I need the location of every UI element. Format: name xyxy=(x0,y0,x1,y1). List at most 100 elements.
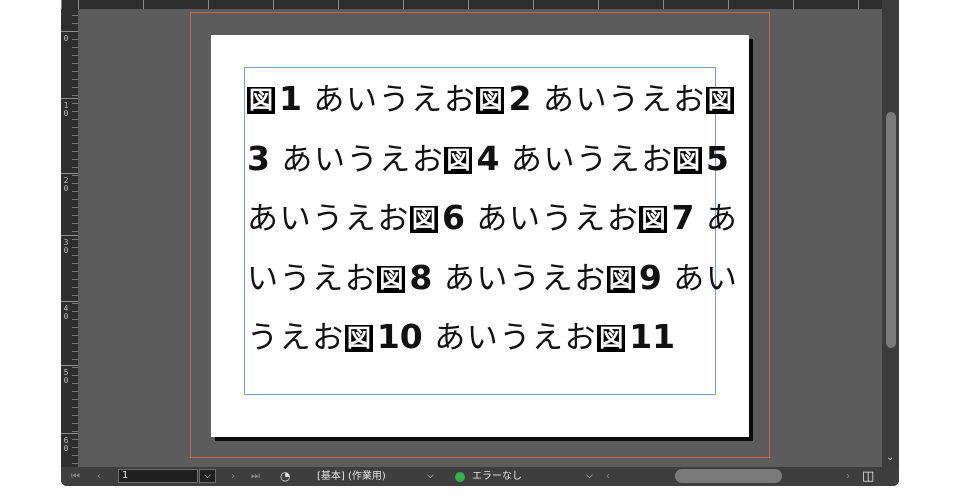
document-page: 図1 あいうえお図 2 あいうえお図3 あいうえお図 4 あいうえお図 5 あいうえお… xyxy=(211,35,749,437)
page-number-field[interactable]: 1 xyxy=(118,469,198,483)
ruler-tick xyxy=(72,135,78,136)
scroll-right-icon[interactable]: › xyxy=(846,467,850,486)
ruler-tick xyxy=(72,407,78,408)
ruler-tick xyxy=(468,0,469,9)
ruler-major-tick xyxy=(61,98,78,99)
error-status-label[interactable]: エラーなし xyxy=(472,467,522,486)
figure-label: 図1 xyxy=(247,79,302,118)
ruler-tick xyxy=(72,159,78,160)
ruler-tick xyxy=(273,0,274,9)
ruler-tick xyxy=(72,271,78,272)
ruler-tick xyxy=(338,0,339,9)
figure-number: 9 xyxy=(638,257,662,297)
body-text: あいうえお xyxy=(247,201,410,237)
first-page-icon[interactable]: ⏮ xyxy=(71,467,80,486)
body-text: あいうえお xyxy=(432,260,607,297)
body-text: あいうえお xyxy=(464,201,640,237)
ruler-label: 0 xyxy=(63,34,69,43)
ruler-tick xyxy=(72,87,78,88)
vertical-scroll-thumb[interactable] xyxy=(886,112,896,348)
figure-label: 図 10 xyxy=(344,317,423,356)
ruler-tick xyxy=(72,439,78,440)
ruler-tick xyxy=(72,367,78,368)
ruler-tick xyxy=(72,383,78,384)
ruler-tick xyxy=(72,111,78,112)
ruler-tick xyxy=(72,183,78,184)
ruler-tick xyxy=(72,247,78,248)
ruler-tick xyxy=(72,375,78,376)
ruler-tick xyxy=(72,359,78,360)
scroll-left-icon[interactable]: ‹ xyxy=(606,467,610,486)
last-page-icon[interactable]: ⏭ xyxy=(251,467,260,486)
ruler-tick xyxy=(72,463,78,464)
next-page-icon[interactable]: › xyxy=(231,467,235,486)
ruler-tick xyxy=(72,399,78,400)
figure-kanji: 図 xyxy=(597,324,626,352)
text-frame[interactable]: 図1 あいうえお図 2 あいうえお図3 あいうえお図 4 あいうえお図 5 あいうえお… xyxy=(244,67,737,395)
ruler-tick xyxy=(72,39,78,40)
story-text[interactable]: 図1 あいうえお図 2 あいうえお図3 あいうえお図 4 あいうえお図 5 あいうえお… xyxy=(247,70,747,368)
figure-kanji: 図 xyxy=(606,264,635,293)
figure-label: 図 11 xyxy=(597,317,676,356)
profile-dropdown-icon[interactable]: ⌵ xyxy=(427,467,434,486)
ruler-tick xyxy=(72,215,78,216)
figure-number: 8 xyxy=(409,257,433,297)
ruler-tick xyxy=(208,0,209,9)
ruler-tick xyxy=(793,0,794,9)
vertical-scrollbar[interactable]: ⌄ xyxy=(882,0,899,467)
horizontal-ruler[interactable] xyxy=(61,0,899,9)
ruler-tick xyxy=(72,207,78,208)
ruler-major-tick xyxy=(61,433,78,434)
figure-kanji: 図 xyxy=(444,145,473,174)
horizontal-scroll-thumb[interactable] xyxy=(675,469,782,483)
figure-kanji: 図 xyxy=(673,145,702,174)
preflight-icon[interactable]: ◔ xyxy=(280,467,290,486)
ruler-tick xyxy=(72,303,78,304)
body-text: あいうえお xyxy=(422,320,598,356)
ruler-tick xyxy=(143,0,144,9)
ruler-tick xyxy=(72,151,78,152)
ruler-tick xyxy=(72,311,78,312)
ruler-tick xyxy=(72,167,78,168)
ruler-tick xyxy=(72,343,78,344)
panel-toggle-icon[interactable]: ◫ xyxy=(862,467,874,486)
figure-kanji: 図 xyxy=(344,324,373,352)
ruler-tick xyxy=(72,431,78,432)
ruler-major-tick xyxy=(61,173,78,174)
ruler-tick xyxy=(72,199,78,200)
figure-number: 11 xyxy=(629,317,676,356)
figure-kanji: 図 xyxy=(247,86,275,114)
ruler-tick xyxy=(72,95,78,96)
figure-label: 図2 xyxy=(476,79,531,118)
figure-number: 6 xyxy=(442,198,465,237)
previous-page-icon[interactable]: ‹ xyxy=(97,467,101,486)
figure-kanji: 図 xyxy=(476,86,505,114)
figure-number: 1 xyxy=(279,79,302,118)
preflight-profile-label[interactable]: [基本] (作業用) xyxy=(317,467,386,486)
ruler-tick xyxy=(72,119,78,120)
body-text: あいうえお xyxy=(301,82,477,118)
ruler-tick xyxy=(78,0,79,9)
ruler-tick xyxy=(72,319,78,320)
ruler-tick xyxy=(72,79,78,80)
ruler-tick xyxy=(403,0,404,9)
scroll-down-icon[interactable]: ⌄ xyxy=(886,452,894,463)
ruler-label: 1 0 xyxy=(63,101,69,118)
figure-label: 図5 xyxy=(673,138,729,178)
figure-number: 3 xyxy=(247,138,270,178)
ruler-tick xyxy=(72,255,78,256)
ruler-label: 6 0 xyxy=(63,436,69,453)
figure-label: 図6 xyxy=(410,198,465,237)
page-dropdown-icon[interactable]: ⌵ xyxy=(199,469,216,483)
figure-number: 7 xyxy=(671,198,695,237)
status-dropdown-icon[interactable]: ⌵ xyxy=(586,467,593,486)
figure-number: 5 xyxy=(705,138,729,178)
figure-label: 図8 xyxy=(377,257,433,297)
status-bar: ⏮ ‹ 1 ⌵ › ⏭ ◔ [基本] (作業用) ⌵ エラーなし ⌵ ‹ › ◫ xyxy=(61,467,899,486)
figure-number: 10 xyxy=(376,317,423,356)
figure-label: 図4 xyxy=(444,139,499,178)
vertical-ruler[interactable]: 0 1 0 2 0 3 0 4 0 5 0 6 0 xyxy=(61,9,78,467)
ruler-tick xyxy=(72,231,78,232)
ruler-major-tick xyxy=(61,365,78,366)
ruler-tick xyxy=(728,0,729,9)
